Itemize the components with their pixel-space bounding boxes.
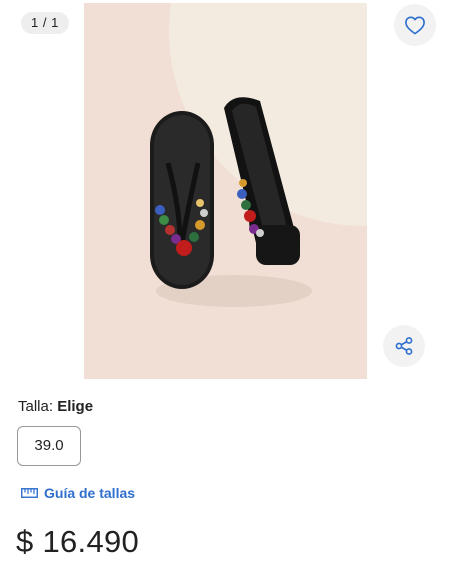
product-gallery: 1 / 1 (0, 0, 450, 380)
favorite-button[interactable] (394, 4, 436, 46)
image-counter: 1 / 1 (21, 12, 69, 34)
size-guide-link[interactable]: Guía de tallas (21, 484, 135, 502)
product-image[interactable] (84, 3, 367, 379)
size-guide-label: Guía de tallas (44, 485, 136, 501)
share-icon (394, 336, 414, 356)
ruler-icon (21, 488, 38, 498)
share-button[interactable] (383, 325, 425, 367)
product-price: $ 16.490 (16, 524, 140, 559)
size-heading: Talla: Elige (18, 398, 93, 415)
heart-icon (404, 15, 426, 35)
size-label: Talla: (18, 398, 54, 415)
size-prompt: Elige (57, 398, 94, 415)
size-option-39[interactable]: 39.0 (17, 426, 81, 466)
